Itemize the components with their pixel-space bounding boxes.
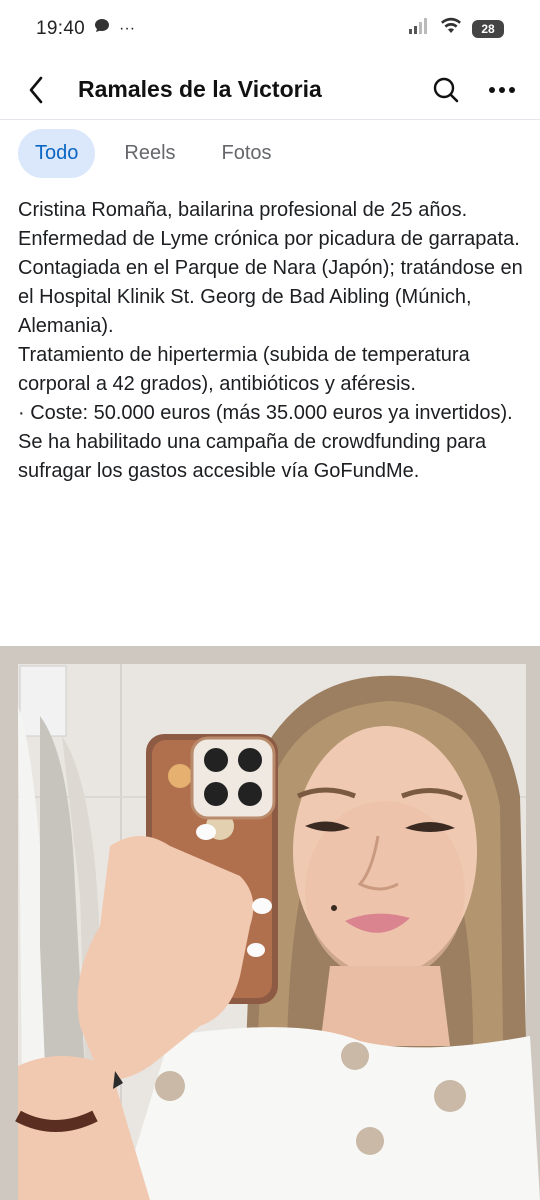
post-line: Cristina Romaña, bailarina profesional d… <box>18 199 468 221</box>
tab-fotos[interactable]: Fotos <box>205 129 289 178</box>
wifi-icon <box>440 17 462 41</box>
signal-icon <box>408 17 430 41</box>
status-time: 19:40 <box>36 18 86 39</box>
post-line: Contagiada en el Parque de Nara (Japón);… <box>18 257 523 337</box>
message-notification-icon <box>93 17 111 41</box>
battery-indicator: 28 <box>472 20 504 38</box>
post-body: Cristina Romaña, bailarina profesional d… <box>18 196 524 486</box>
back-arrow-icon[interactable] <box>18 68 54 112</box>
mirror-selfie-image <box>0 646 540 1200</box>
post-line: Se ha habilitado una campaña de crowdfun… <box>18 431 487 482</box>
status-bar: 19:40 ··· 28 <box>0 0 540 58</box>
search-icon[interactable] <box>432 76 460 104</box>
more-notifications-indicator: ··· <box>119 20 136 37</box>
post-line: Tratamiento de hipertermia (subida de te… <box>18 344 470 395</box>
tab-todo[interactable]: Todo <box>18 128 96 178</box>
filter-tabs: Todo Reels Fotos <box>0 124 540 182</box>
post-photo[interactable] <box>0 646 540 1200</box>
page-title: Ramales de la Victoria <box>78 76 322 102</box>
post-line: · Coste: 50.000 euros (más 35.000 euros … <box>18 402 513 424</box>
tab-reels[interactable]: Reels <box>107 129 192 178</box>
more-options-icon[interactable] <box>488 86 516 94</box>
top-app-bar: Ramales de la Victoria <box>0 60 540 120</box>
post-line: Enfermedad de Lyme crónica por picadura … <box>18 228 520 250</box>
